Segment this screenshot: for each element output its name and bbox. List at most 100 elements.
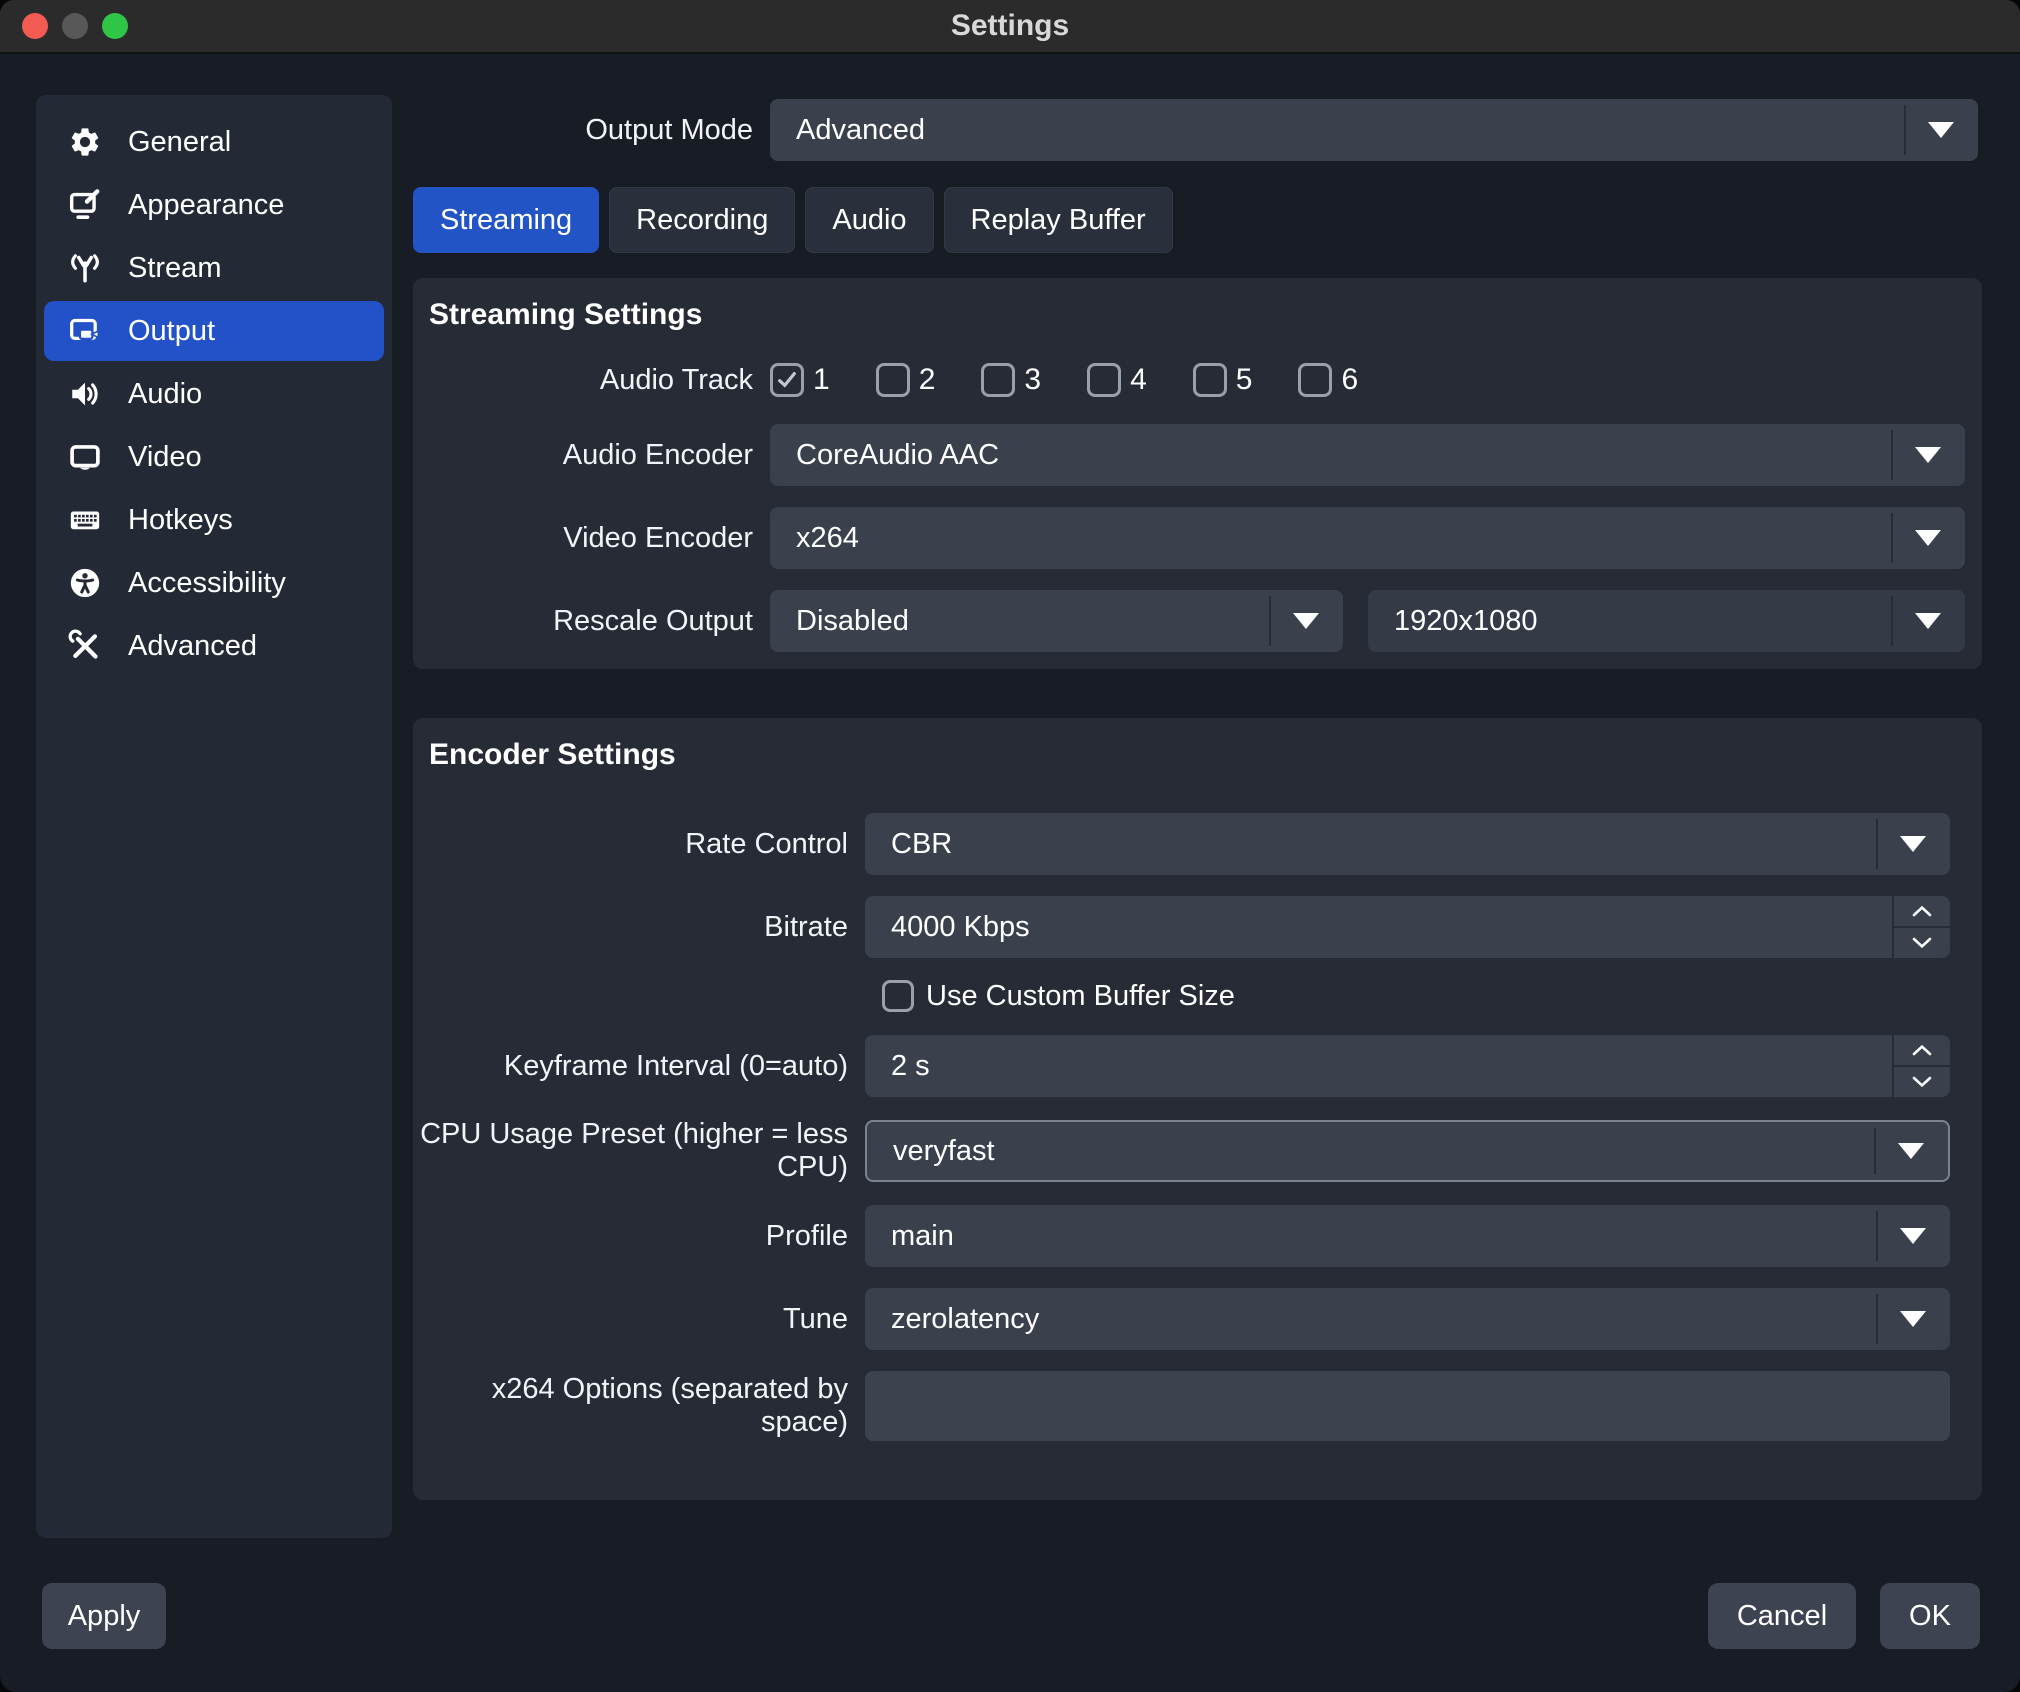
settings-sidebar: General Appearance Stream Output Audio	[36, 95, 392, 1538]
sidebar-item-label: Stream	[128, 252, 221, 285]
custom-buffer-row: Use Custom Buffer Size	[882, 979, 1950, 1013]
audio-track-5: 5	[1193, 363, 1253, 397]
rescale-resolution-select[interactable]: 1920x1080	[1368, 590, 1965, 652]
settings-window: Settings General Appearance Stream Outp	[0, 0, 2020, 1692]
rescale-mode-select[interactable]: Disabled	[770, 590, 1343, 652]
audio-track-3: 3	[981, 363, 1041, 397]
sidebar-item-label: Accessibility	[128, 567, 286, 600]
audio-track-6-label: 6	[1341, 363, 1358, 397]
audio-track-3-checkbox[interactable]	[981, 363, 1015, 397]
tune-label: Tune	[413, 1303, 865, 1336]
sidebar-item-stream[interactable]: Stream	[44, 238, 384, 298]
sidebar-item-general[interactable]: General	[44, 112, 384, 172]
audio-track-3-label: 3	[1024, 363, 1041, 397]
streaming-settings-title: Streaming Settings	[429, 298, 1982, 332]
titlebar: Settings	[0, 0, 2020, 54]
keyframe-interval-value: 2 s	[865, 1050, 930, 1083]
audio-track-row: Audio Track 1 2 3 4 5	[413, 360, 1965, 400]
tools-icon	[68, 629, 102, 663]
profile-select[interactable]: main	[865, 1205, 1950, 1267]
rescale-output-label: Rescale Output	[413, 605, 770, 638]
tune-row: Tune zerolatency	[413, 1288, 1950, 1350]
tab-streaming[interactable]: Streaming	[413, 187, 599, 253]
zoom-icon[interactable]	[102, 13, 128, 39]
tab-recording[interactable]: Recording	[609, 187, 795, 253]
encoder-settings-title: Encoder Settings	[429, 738, 1982, 772]
keyframe-interval-stepper[interactable]: 2 s	[865, 1035, 1950, 1097]
sidebar-item-label: Advanced	[128, 630, 257, 663]
chevron-down-icon	[1900, 836, 1926, 852]
audio-track-6-checkbox[interactable]	[1298, 363, 1332, 397]
audio-track-2-label: 2	[919, 363, 936, 397]
audio-track-label: Audio Track	[413, 364, 770, 397]
sidebar-item-output[interactable]: Output	[44, 301, 384, 361]
sidebar-item-hotkeys[interactable]: Hotkeys	[44, 490, 384, 550]
audio-track-4-label: 4	[1130, 363, 1147, 397]
profile-value: main	[865, 1220, 954, 1253]
minimize-icon[interactable]	[62, 13, 88, 39]
sidebar-item-audio[interactable]: Audio	[44, 364, 384, 424]
bitrate-row: Bitrate 4000 Kbps	[413, 896, 1950, 958]
rescale-mode-value: Disabled	[770, 605, 909, 638]
sidebar-item-appearance[interactable]: Appearance	[44, 175, 384, 235]
chevron-down-icon	[1293, 613, 1319, 629]
audio-encoder-value: CoreAudio AAC	[770, 439, 999, 472]
rate-control-row: Rate Control CBR	[413, 813, 1950, 875]
tab-replay-buffer[interactable]: Replay Buffer	[944, 187, 1173, 253]
chevron-down-icon	[1915, 613, 1941, 629]
chevron-up-icon	[1911, 905, 1933, 917]
audio-track-6: 6	[1298, 363, 1358, 397]
display-camera-icon	[68, 314, 102, 348]
close-icon[interactable]	[22, 13, 48, 39]
keyframe-interval-row: Keyframe Interval (0=auto) 2 s	[413, 1035, 1950, 1097]
cancel-button[interactable]: Cancel	[1708, 1583, 1856, 1649]
bitrate-value: 4000 Kbps	[865, 911, 1030, 944]
sidebar-item-label: Appearance	[128, 189, 284, 222]
video-encoder-row: Video Encoder x264	[413, 507, 1965, 569]
audio-encoder-row: Audio Encoder CoreAudio AAC	[413, 424, 1965, 486]
audio-track-5-checkbox[interactable]	[1193, 363, 1227, 397]
audio-track-2-checkbox[interactable]	[876, 363, 910, 397]
ok-button[interactable]: OK	[1880, 1583, 1980, 1649]
custom-buffer-checkbox[interactable]	[882, 980, 914, 1012]
chevron-down-icon	[1928, 122, 1954, 138]
output-mode-row: Output Mode Advanced	[413, 99, 1978, 161]
cpu-preset-row: CPU Usage Preset (higher = less CPU) ver…	[413, 1118, 1950, 1184]
audio-track-1: 1	[770, 363, 830, 397]
bitrate-stepper[interactable]: 4000 Kbps	[865, 896, 1950, 958]
rate-control-value: CBR	[865, 828, 952, 861]
sidebar-item-video[interactable]: Video	[44, 427, 384, 487]
keyframe-increment-button[interactable]	[1894, 1035, 1950, 1065]
sidebar-item-advanced[interactable]: Advanced	[44, 616, 384, 676]
x264-options-row: x264 Options (separated by space)	[413, 1371, 1950, 1441]
chevron-down-icon	[1911, 937, 1933, 949]
audio-track-1-checkbox[interactable]	[770, 363, 804, 397]
bitrate-increment-button[interactable]	[1894, 896, 1950, 926]
bitrate-label: Bitrate	[413, 911, 865, 944]
sidebar-item-label: Video	[128, 441, 202, 474]
audio-encoder-select[interactable]: CoreAudio AAC	[770, 424, 1965, 486]
accessibility-icon	[68, 566, 102, 600]
keyframe-interval-label: Keyframe Interval (0=auto)	[413, 1050, 865, 1083]
keyframe-decrement-button[interactable]	[1894, 1065, 1950, 1097]
rescale-resolution-value: 1920x1080	[1368, 605, 1538, 638]
apply-button[interactable]: Apply	[42, 1583, 166, 1649]
audio-encoder-label: Audio Encoder	[413, 439, 770, 472]
chevron-up-icon	[1911, 1044, 1933, 1056]
tab-audio[interactable]: Audio	[805, 187, 933, 253]
speaker-icon	[68, 377, 102, 411]
video-encoder-select[interactable]: x264	[770, 507, 1965, 569]
x264-options-input[interactable]	[865, 1371, 1950, 1441]
antenna-icon	[68, 251, 102, 285]
tune-select[interactable]: zerolatency	[865, 1288, 1950, 1350]
audio-track-4-checkbox[interactable]	[1087, 363, 1121, 397]
cpu-preset-select[interactable]: veryfast	[865, 1120, 1950, 1182]
rate-control-select[interactable]: CBR	[865, 813, 1950, 875]
audio-track-1-label: 1	[813, 363, 830, 397]
custom-buffer-label: Use Custom Buffer Size	[926, 980, 1235, 1013]
output-mode-select[interactable]: Advanced	[770, 99, 1978, 161]
bitrate-decrement-button[interactable]	[1894, 926, 1950, 958]
encoder-settings-panel: Encoder Settings Rate Control CBR Bitrat…	[413, 718, 1982, 1500]
output-tabs: Streaming Recording Audio Replay Buffer	[413, 187, 1173, 253]
sidebar-item-accessibility[interactable]: Accessibility	[44, 553, 384, 613]
